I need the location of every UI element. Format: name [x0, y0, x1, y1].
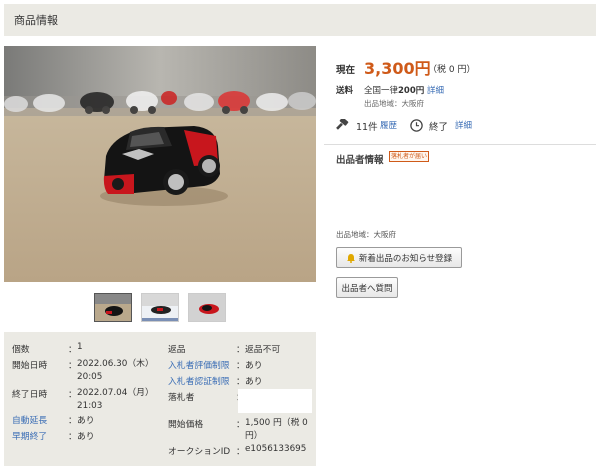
seller-badge: 落札者が届い: [389, 151, 430, 162]
shipping-text: 全国一律200円 詳細: [364, 86, 444, 96]
bidder-rating-limit-link[interactable]: 入札者評価制限: [168, 358, 230, 371]
main-product-photo[interactable]: [4, 46, 316, 282]
thumbnail-1[interactable]: [94, 293, 132, 322]
notify-button-label: 新着出品のお知らせ登録: [358, 253, 453, 264]
seller-info-title: 出品者情報: [336, 155, 384, 166]
detail-value: あり: [77, 432, 95, 442]
section-title: 商品情報: [14, 14, 58, 27]
current-price: 3,300円: [364, 59, 431, 78]
detail-value: 2022.07.04（月）21:03: [77, 388, 154, 411]
detail-label: 終了日時: [12, 390, 48, 400]
status-detail-link[interactable]: 詳細: [455, 119, 472, 131]
winner-masked-box: [238, 389, 312, 413]
price-label: 現在: [336, 65, 356, 76]
detail-value: あり: [77, 416, 95, 426]
detail-value: あり: [245, 361, 263, 371]
ask-seller-button[interactable]: 出品者へ質問: [336, 277, 398, 298]
detail-value: 1,500 円（税 0 円）: [245, 418, 308, 441]
detail-label: 開始日時: [12, 361, 48, 371]
auction-status: 終了: [429, 122, 449, 133]
new-listing-notify-button[interactable]: 新着出品のお知らせ登録: [336, 247, 462, 268]
shipping-detail-link[interactable]: 詳細: [427, 86, 444, 96]
clock-icon: [410, 119, 423, 132]
detail-label: 返品: [168, 345, 186, 355]
auto-extend-link[interactable]: 自動延長: [12, 413, 47, 426]
detail-label: 落札者: [168, 393, 195, 403]
detail-label: 開始価格: [168, 420, 204, 430]
detail-value: 1: [77, 342, 83, 352]
bids-row: 11件 履歴 終了 詳細: [336, 118, 576, 134]
early-end-link[interactable]: 早期終了: [12, 429, 47, 442]
auction-details-table: 個数 ： 1 開始日時 ： 2022.06.30（木）20:05 終了日時 ： …: [4, 332, 316, 466]
detail-value: あり: [245, 377, 263, 387]
shipping-label: 送料: [336, 86, 354, 96]
ask-seller-label: 出品者へ質問: [341, 283, 393, 294]
thumbnail-3[interactable]: [188, 293, 226, 322]
detail-value: 返品不可: [245, 345, 281, 355]
detail-value: e1056133695: [245, 444, 307, 454]
bid-count: 11件: [356, 122, 378, 133]
product-photo-image: [4, 46, 316, 282]
panel-divider: [324, 144, 596, 145]
detail-label: オークションID: [168, 447, 231, 457]
price-tax: （税 0 円）: [428, 65, 476, 75]
shipping-location: 出品地域：大阪府: [364, 99, 424, 108]
detail-label: 個数: [12, 345, 30, 355]
detail-value: 2022.06.30（木）20:05: [77, 359, 154, 382]
bidder-verify-limit-link[interactable]: 入札者認証制限: [168, 374, 230, 387]
section-header: 商品情報: [4, 4, 596, 36]
seller-location: 出品地域：大阪府: [336, 230, 396, 239]
thumbnail-2[interactable]: [141, 293, 179, 322]
bid-history-link[interactable]: 履歴: [380, 119, 397, 131]
shipping-amount: 200円: [398, 86, 425, 96]
gavel-icon: [336, 119, 349, 130]
bell-icon: [346, 253, 355, 263]
